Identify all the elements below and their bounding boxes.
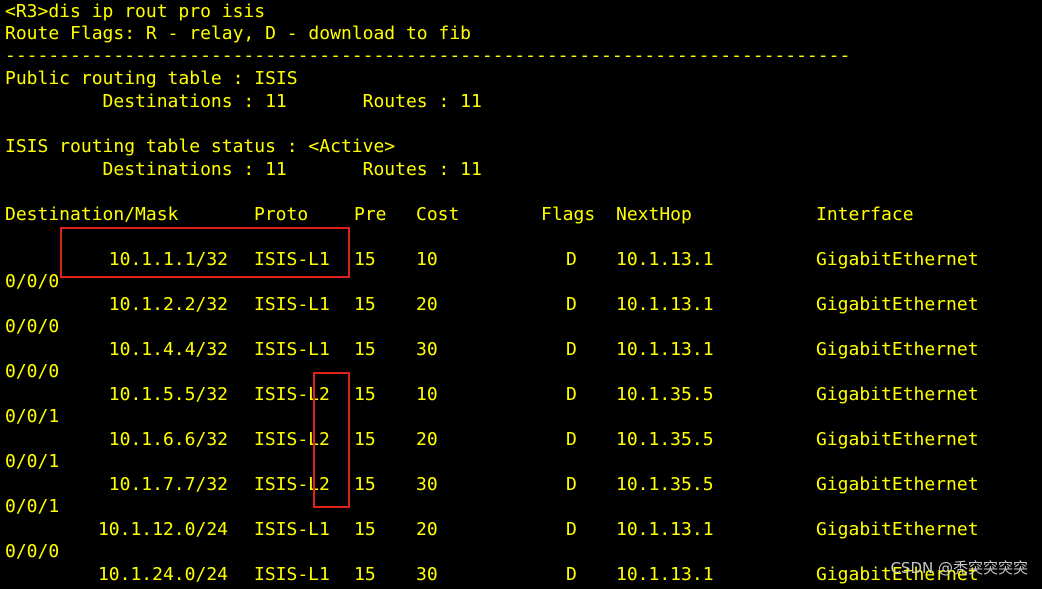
- route-destination: 10.1.4.4/32: [108, 339, 228, 360]
- route-nexthop: 10.1.13.1: [616, 564, 714, 585]
- public-table-title: Public routing table : ISIS: [5, 68, 298, 89]
- route-destination: 10.1.12.0/24: [97, 519, 228, 540]
- route-flags: D: [566, 249, 577, 270]
- route-preference: 15: [354, 384, 376, 405]
- route-interface: GigabitEthernet: [816, 339, 979, 360]
- route-flags: D: [566, 339, 577, 360]
- route-preference: 15: [354, 564, 376, 585]
- route-nexthop: 10.1.35.5: [616, 384, 714, 405]
- route-nexthop: 10.1.35.5: [616, 474, 714, 495]
- route-interface-continuation: 0/0/0: [5, 541, 60, 562]
- status-table-counts: Destinations : 11 Routes : 11: [5, 159, 482, 180]
- route-flags: D: [566, 294, 577, 315]
- route-flags: D: [566, 564, 577, 585]
- route-interface: GigabitEthernet: [816, 429, 979, 450]
- route-interface-continuation: 0/0/0: [5, 361, 60, 382]
- route-destination: 10.1.24.0/24: [97, 564, 228, 585]
- route-interface-continuation: 0/0/1: [5, 451, 60, 472]
- route-flags: D: [566, 384, 577, 405]
- column-header: Proto: [254, 204, 309, 225]
- route-cost: 20: [416, 429, 438, 450]
- route-protocol: ISIS-L1: [254, 564, 330, 585]
- route-flags: D: [566, 474, 577, 495]
- route-interface-continuation: 0/0/1: [5, 496, 60, 517]
- public-table-counts: Destinations : 11 Routes : 11: [5, 91, 482, 112]
- route-nexthop: 10.1.13.1: [616, 519, 714, 540]
- route-protocol: ISIS-L1: [254, 339, 330, 360]
- highlight-box-l1-route: [60, 227, 350, 278]
- flags-legend: Route Flags: R - relay, D - download to …: [5, 23, 471, 44]
- route-nexthop: 10.1.13.1: [616, 294, 714, 315]
- route-interface-continuation: 0/0/0: [5, 316, 60, 337]
- route-interface-continuation: 0/0/1: [5, 406, 60, 427]
- route-interface: GigabitEthernet: [816, 519, 979, 540]
- watermark-text: CSDN @秃突突突突: [890, 559, 1028, 577]
- route-interface-continuation: 0/0/0: [5, 271, 60, 292]
- route-flags: D: [566, 519, 577, 540]
- route-preference: 15: [354, 249, 376, 270]
- route-nexthop: 10.1.35.5: [616, 429, 714, 450]
- route-protocol: ISIS-L1: [254, 294, 330, 315]
- highlight-box-l2-level: [313, 372, 350, 508]
- route-preference: 15: [354, 294, 376, 315]
- route-cost: 10: [416, 384, 438, 405]
- column-header: Flags: [541, 204, 596, 225]
- route-cost: 10: [416, 249, 438, 270]
- route-cost: 30: [416, 339, 438, 360]
- route-cost: 30: [416, 474, 438, 495]
- route-nexthop: 10.1.13.1: [616, 249, 714, 270]
- column-header: Pre: [354, 204, 387, 225]
- terminal-window[interactable]: <R3>dis ip rout pro isis Route Flags: R …: [0, 0, 1042, 589]
- separator-line: ----------------------------------------…: [5, 45, 851, 66]
- column-header: NextHop: [616, 204, 692, 225]
- route-preference: 15: [354, 429, 376, 450]
- route-interface: GigabitEthernet: [816, 249, 979, 270]
- route-destination: 10.1.7.7/32: [108, 474, 228, 495]
- route-preference: 15: [354, 339, 376, 360]
- route-interface: GigabitEthernet: [816, 384, 979, 405]
- route-cost: 30: [416, 564, 438, 585]
- route-destination: 10.1.6.6/32: [108, 429, 228, 450]
- column-header: Cost: [416, 204, 460, 225]
- column-header: Destination/Mask: [5, 204, 179, 225]
- column-header: Interface: [816, 204, 914, 225]
- route-destination: 10.1.2.2/32: [108, 294, 228, 315]
- route-preference: 15: [354, 474, 376, 495]
- command-line: <R3>dis ip rout pro isis: [5, 1, 266, 22]
- route-cost: 20: [416, 294, 438, 315]
- route-interface: GigabitEthernet: [816, 474, 979, 495]
- route-interface: GigabitEthernet: [816, 294, 979, 315]
- route-preference: 15: [354, 519, 376, 540]
- route-protocol: ISIS-L1: [254, 519, 330, 540]
- route-destination: 10.1.5.5/32: [108, 384, 228, 405]
- route-cost: 20: [416, 519, 438, 540]
- route-nexthop: 10.1.13.1: [616, 339, 714, 360]
- status-table-title: ISIS routing table status : <Active>: [5, 136, 396, 157]
- route-flags: D: [566, 429, 577, 450]
